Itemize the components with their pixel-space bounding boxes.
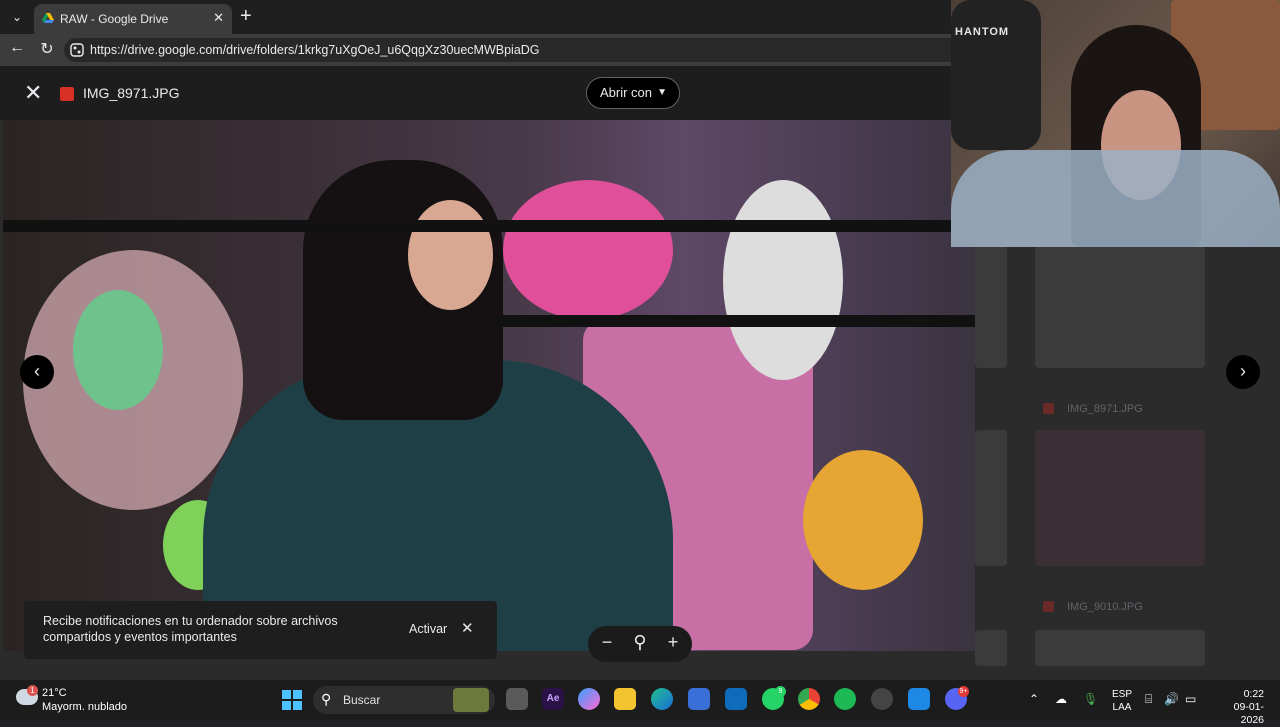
copilot-icon[interactable] — [578, 688, 600, 710]
next-arrow-icon[interactable]: › — [1226, 355, 1260, 389]
image-preview — [3, 120, 975, 651]
microphone-icon[interactable]: 🎙 — [1083, 692, 1098, 706]
file-thumbnail — [1035, 430, 1205, 566]
search-highlight-image — [453, 688, 489, 712]
windows-taskbar: 1 21°C Mayorm. nublado ⚲ Buscar Ae 9 9+ … — [0, 680, 1280, 726]
gaming-chair — [951, 0, 1041, 150]
task-view-icon[interactable] — [506, 688, 528, 710]
reload-icon[interactable]: ↻ — [36, 39, 58, 59]
browser-tab[interactable]: RAW - Google Drive ✕ — [34, 4, 232, 34]
zoom-reset-icon[interactable]: ⚲ — [629, 632, 651, 653]
spotify-icon[interactable] — [834, 688, 856, 710]
back-arrow-icon[interactable]: ← — [6, 39, 28, 57]
image-file-icon — [60, 87, 74, 101]
zoom-out-icon[interactable]: − — [596, 632, 618, 653]
activate-button[interactable]: Activar — [409, 622, 447, 636]
battery-icon[interactable]: ▭ — [1185, 692, 1196, 706]
store-icon[interactable] — [688, 688, 710, 710]
show-hidden-icons-icon[interactable]: ⌃ — [1029, 692, 1039, 706]
site-info-icon[interactable] — [70, 43, 84, 57]
google-drive-icon — [42, 13, 54, 23]
tab-title: RAW - Google Drive — [60, 12, 169, 26]
tab-close-icon[interactable]: ✕ — [213, 10, 224, 26]
chrome-icon[interactable] — [798, 688, 820, 710]
language-line2: LAA — [1112, 702, 1132, 713]
previous-arrow-icon[interactable]: ‹ — [20, 355, 54, 389]
file-thumbnail — [1035, 246, 1205, 368]
network-icon[interactable]: ⌸ — [1145, 692, 1152, 707]
image-file-icon — [1043, 601, 1054, 612]
open-with-label: Abrir con — [600, 85, 653, 100]
volume-icon[interactable]: 🔊 — [1164, 692, 1179, 706]
zoom-in-icon[interactable]: + — [662, 632, 684, 653]
close-viewer-icon[interactable]: ✕ — [24, 80, 42, 106]
language-line1: ESP — [1112, 689, 1133, 700]
close-icon[interactable]: ✕ — [461, 619, 474, 637]
zoom-controls: − ⚲ + — [588, 626, 692, 662]
language-indicator[interactable]: ESP LAA — [1112, 688, 1132, 714]
person-shirt — [951, 150, 1280, 247]
obs-icon[interactable] — [871, 688, 893, 710]
open-with-button[interactable]: Abrir con ▼ — [586, 77, 680, 109]
clock-time: 0:22 — [1243, 688, 1264, 700]
file-thumbnail — [975, 430, 1007, 566]
file-label: IMG_9010.JPG — [1067, 601, 1143, 613]
taskbar-search[interactable]: ⚲ Buscar — [313, 686, 495, 714]
new-tab-icon[interactable]: + — [240, 5, 252, 28]
shelf-bar — [3, 220, 975, 232]
temperature[interactable]: 21°C — [42, 687, 67, 699]
caret-down-icon: ▼ — [657, 87, 667, 98]
weather-condition[interactable]: Mayorm. nublado — [42, 701, 127, 713]
weather-badge: 1 — [27, 685, 38, 696]
onedrive-icon[interactable]: ☁ — [1055, 692, 1067, 706]
url-text: https://drive.google.com/drive/folders/1… — [90, 43, 540, 57]
file-label: IMG_8971.JPG — [1067, 403, 1143, 415]
image-file-icon — [1043, 403, 1054, 414]
notification-toast: Recibe notificaciones en tu ordenador so… — [24, 601, 497, 659]
discord-badge: 9+ — [958, 686, 969, 697]
outlook-icon[interactable] — [725, 688, 747, 710]
windows-start-icon[interactable] — [282, 690, 302, 710]
file-thumbnail — [975, 246, 1007, 368]
whatsapp-badge: 9 — [775, 686, 786, 697]
search-icon: ⚲ — [321, 691, 332, 707]
tab-search-dropdown[interactable]: ⌄ — [6, 7, 28, 27]
photos-icon[interactable] — [908, 688, 930, 710]
webcam-overlay: HANTOM — [951, 0, 1280, 247]
plush-magenta — [503, 180, 673, 320]
after-effects-icon[interactable]: Ae — [542, 688, 564, 710]
background-file-grid: IMG_8971.JPG IMG_9010.JPG — [975, 246, 1280, 666]
shelf-bar — [493, 315, 975, 327]
file-thumbnail — [975, 630, 1007, 666]
search-label: Buscar — [343, 693, 381, 707]
notification-text: Recibe notificaciones en tu ordenador so… — [43, 614, 338, 644]
chair-brand-text: HANTOM — [955, 26, 1010, 38]
file-thumbnail — [1035, 630, 1205, 666]
edge-icon[interactable] — [651, 688, 673, 710]
system-clock[interactable]: 0:22 09-01-2026 — [1212, 688, 1264, 727]
plush-white — [723, 180, 843, 380]
plush-yellow — [803, 450, 923, 590]
file-explorer-icon[interactable] — [614, 688, 636, 710]
plush-green — [73, 290, 163, 410]
clock-date: 09-01-2026 — [1233, 701, 1264, 726]
file-name: IMG_8971.JPG — [83, 85, 180, 101]
person-face — [408, 200, 493, 310]
